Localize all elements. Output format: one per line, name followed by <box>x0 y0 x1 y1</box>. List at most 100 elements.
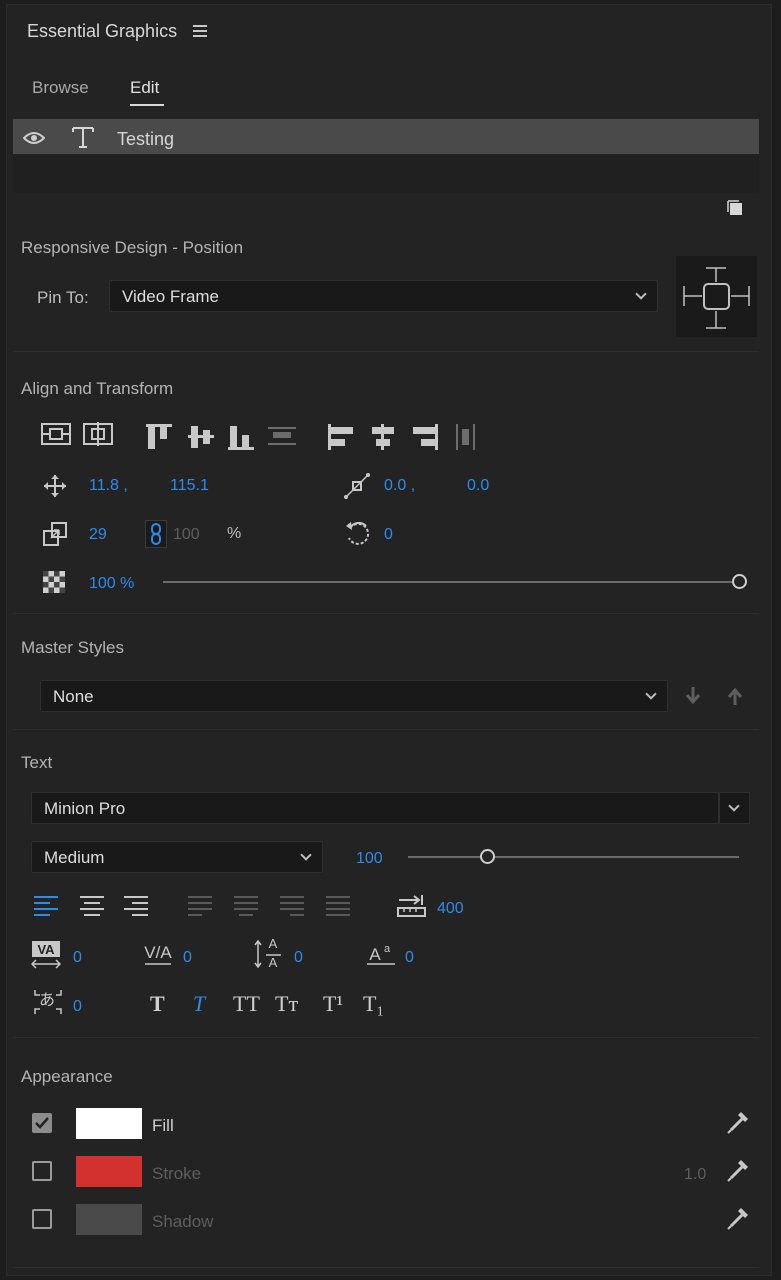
stroke-width-value[interactable]: 1.0 <box>684 1166 706 1184</box>
fill-checkbox[interactable] <box>32 1113 52 1133</box>
pin-to-label: Pin To: <box>37 288 89 307</box>
fill-eyedropper-icon[interactable] <box>727 1108 751 1134</box>
align-top-icon[interactable] <box>145 423 173 451</box>
superscript-button[interactable]: T¹ <box>323 991 343 1017</box>
panel-title: Essential Graphics <box>27 21 178 41</box>
section-divider <box>13 1267 759 1268</box>
text-layer-icon <box>72 127 94 148</box>
shadow-eyedropper-icon[interactable] <box>727 1204 751 1230</box>
pin-edges-icon <box>683 267 750 329</box>
anchor-x-value[interactable]: 0.0 , <box>384 477 415 495</box>
kerning-value[interactable]: 0 <box>73 949 82 967</box>
stroke-eyedropper-icon[interactable] <box>727 1156 751 1182</box>
master-styles-dropdown[interactable]: None <box>40 680 668 712</box>
position-y-value[interactable]: 115.1 <box>170 477 209 495</box>
stroke-checkbox[interactable] <box>32 1161 52 1181</box>
align-to-video-frame-icon[interactable] <box>83 421 113 447</box>
push-up-arrow-icon[interactable] <box>726 686 744 706</box>
push-down-arrow-icon[interactable] <box>684 686 702 706</box>
stroke-color-swatch[interactable] <box>76 1156 142 1187</box>
baseline-shift-value[interactable]: 0 <box>405 949 414 967</box>
distribute-vertical-icon[interactable] <box>267 423 297 451</box>
all-caps-button[interactable]: TT <box>233 991 260 1017</box>
chevron-down-icon <box>635 288 647 300</box>
tab-width-value[interactable]: 400 <box>437 900 464 918</box>
svg-text:A: A <box>269 955 278 970</box>
hamburger-menu-icon[interactable] <box>193 25 207 37</box>
pin-edges-widget[interactable] <box>676 256 757 337</box>
section-divider <box>13 351 759 352</box>
section-divider <box>13 613 759 614</box>
align-bottom-icon[interactable] <box>227 423 255 451</box>
shadow-label: Shadow <box>152 1212 214 1231</box>
align-to-selection-icon[interactable] <box>41 421 71 447</box>
justify-last-right-icon[interactable] <box>279 894 305 918</box>
layer-name: Testing <box>117 129 175 149</box>
align-left-icon[interactable] <box>327 423 355 451</box>
opacity-slider-track[interactable] <box>163 581 739 583</box>
font-family-dropdown-toggle[interactable] <box>719 792 750 824</box>
tsume-icon: あ <box>34 990 62 1014</box>
font-size-value[interactable]: 100 <box>356 850 383 868</box>
shadow-checkbox[interactable] <box>32 1209 52 1229</box>
font-style-dropdown[interactable]: Medium <box>31 841 323 873</box>
link-chain-icon <box>151 523 161 545</box>
fill-color-swatch[interactable] <box>76 1108 142 1139</box>
justify-all-icon[interactable] <box>325 894 351 918</box>
active-tab-indicator <box>130 104 164 106</box>
center-text-icon[interactable] <box>79 894 105 918</box>
checkmark-icon <box>35 1117 49 1129</box>
scale-icon <box>43 522 67 546</box>
opacity-slider-knob[interactable] <box>732 574 747 589</box>
tracking-value[interactable]: 0 <box>183 949 192 967</box>
font-size-slider-track[interactable] <box>408 856 739 858</box>
new-layer-icon[interactable] <box>727 200 743 216</box>
justify-last-center-icon[interactable] <box>233 894 259 918</box>
layer-list-empty-area <box>13 155 759 193</box>
tab-browse[interactable]: Browse <box>32 78 89 98</box>
master-styles-heading: Master Styles <box>21 638 124 657</box>
leading-icon: A A <box>254 936 281 970</box>
faux-italic-button[interactable]: T <box>193 991 205 1017</box>
font-size-slider-knob[interactable] <box>480 849 496 864</box>
section-divider <box>13 729 759 730</box>
subscript-button[interactable]: T₁ <box>363 991 384 1017</box>
align-horizontal-center-icon[interactable] <box>369 423 397 451</box>
chevron-down-icon <box>300 849 312 861</box>
align-text-right-icon[interactable] <box>123 894 149 918</box>
kerning-icon: VA <box>31 941 62 969</box>
visibility-eye-icon[interactable] <box>23 131 45 145</box>
pin-to-dropdown[interactable]: Video Frame <box>109 280 658 312</box>
svg-text:a: a <box>384 943 391 955</box>
tracking-icon: V/A <box>144 943 172 965</box>
position-x-value[interactable]: 11.8 , <box>89 477 128 495</box>
small-caps-button[interactable]: Tт <box>275 991 298 1017</box>
responsive-design-heading: Responsive Design - Position <box>21 238 244 257</box>
font-family-dropdown[interactable]: Minion Pro <box>31 792 719 824</box>
anchor-y-value[interactable]: 0.0 <box>467 477 489 495</box>
justify-last-left-icon[interactable] <box>187 894 213 918</box>
opacity-value[interactable]: 100 % <box>89 575 134 593</box>
chevron-down-icon <box>728 800 740 812</box>
rotation-icon <box>346 521 370 545</box>
scale-unit: % <box>227 525 242 542</box>
scale-value[interactable]: 29 <box>89 526 107 544</box>
leading-value[interactable]: 0 <box>294 949 303 967</box>
align-right-icon[interactable] <box>411 423 439 451</box>
font-style-value: Medium <box>44 848 105 867</box>
master-styles-value: None <box>53 687 94 706</box>
svg-text:VA: VA <box>37 942 55 957</box>
scale-lock-toggle[interactable] <box>145 520 167 548</box>
opacity-checker-icon <box>43 571 65 593</box>
shadow-color-swatch[interactable] <box>76 1204 142 1235</box>
tsume-value[interactable]: 0 <box>73 998 82 1016</box>
chevron-down-icon <box>645 688 657 700</box>
align-text-left-icon[interactable] <box>33 894 59 918</box>
rotation-value[interactable]: 0 <box>384 526 393 544</box>
faux-bold-button[interactable]: T <box>150 991 165 1017</box>
align-transform-heading: Align and Transform <box>21 379 174 398</box>
fill-label: Fill <box>152 1116 174 1135</box>
align-vertical-center-icon[interactable] <box>187 423 215 451</box>
tab-edit[interactable]: Edit <box>130 78 159 98</box>
distribute-horizontal-icon[interactable] <box>453 423 479 451</box>
